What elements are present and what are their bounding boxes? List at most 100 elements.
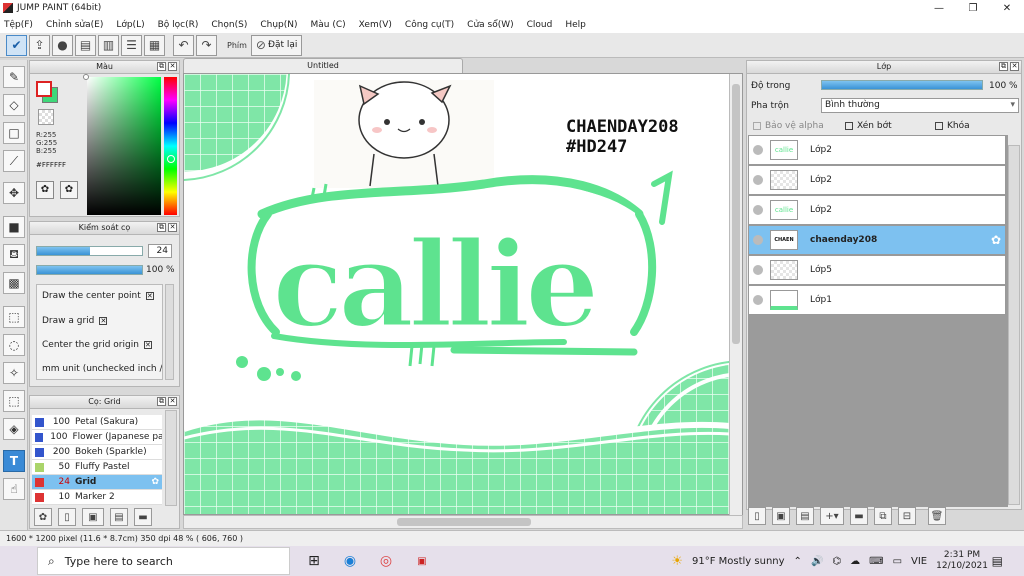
menu-layer[interactable]: Lớp(L) xyxy=(116,20,144,30)
picker-cursor[interactable] xyxy=(83,74,89,80)
option-mm-unit[interactable]: mm unit (unchecked inch / 1 xyxy=(42,364,162,374)
option-grid-origin[interactable]: Center the grid origin ✕ xyxy=(42,340,152,350)
speaker-icon[interactable]: 🔊 xyxy=(811,556,823,567)
copy-brush-icon[interactable]: ▣ xyxy=(82,508,104,526)
chrome-browser-icon[interactable]: ◎ xyxy=(374,549,398,573)
cloud-icon[interactable]: ☁ xyxy=(850,556,860,567)
canvas-area[interactable]: callie CHAENDAY208 #HD247 xyxy=(183,73,743,515)
move-tool-icon[interactable]: ✥ xyxy=(3,182,25,204)
layer-row-selected[interactable]: CHAEN chaenday208 ✿ xyxy=(748,225,1006,255)
chat-icon[interactable]: ● xyxy=(52,34,73,56)
menu-file[interactable]: Tệp(F) xyxy=(4,20,33,30)
weather-text[interactable]: 91°F Mostly sunny xyxy=(692,556,785,567)
brush-list-scrollbar[interactable] xyxy=(165,410,177,506)
eraser-tool-icon[interactable]: ◇ xyxy=(3,94,25,116)
comment-icon[interactable]: ▤ xyxy=(75,34,96,56)
select-eraser-tool-icon[interactable]: ◈ xyxy=(3,418,25,440)
panel-close-icon[interactable]: ✕ xyxy=(1010,62,1019,71)
canvas-horizontal-scrollbar[interactable] xyxy=(183,515,743,529)
gradient-tool-icon[interactable]: ▩ xyxy=(3,272,25,294)
jump-paint-taskbar-icon[interactable]: ▣ xyxy=(410,549,434,573)
color-settings-icon[interactable]: ✿ xyxy=(60,181,78,199)
canvas-vertical-scrollbar[interactable] xyxy=(729,74,742,515)
hand-tool-icon[interactable]: ☝ xyxy=(3,478,25,500)
vscroll-thumb[interactable] xyxy=(732,84,740,344)
trash-icon[interactable]: 🗑 xyxy=(928,507,946,525)
layer-row[interactable]: Lớp2 xyxy=(748,165,1006,195)
layer-file-icon[interactable]: ▤ xyxy=(796,507,814,525)
new-layer-icon[interactable]: ▯ xyxy=(748,507,766,525)
option-center-point[interactable]: Draw the center point ✕ xyxy=(42,291,154,301)
protect-alpha-checkbox[interactable]: Bảo vệ alpha xyxy=(753,121,824,131)
panel-float-icon[interactable]: ⧉ xyxy=(157,62,166,71)
lock-checkbox[interactable]: Khóa xyxy=(935,121,970,131)
notification-icon[interactable]: ▤ xyxy=(992,554,1003,568)
magic-wand-tool-icon[interactable]: ✧ xyxy=(3,362,25,384)
brush-item[interactable]: 100 Petal (Sakura) xyxy=(32,415,162,430)
select-rect-tool-icon[interactable]: ⬚ xyxy=(3,306,25,328)
saturation-picker[interactable] xyxy=(87,77,161,215)
rectangle-tool-icon[interactable]: □ xyxy=(3,122,25,144)
hue-slider[interactable] xyxy=(164,77,177,215)
close-button[interactable]: ✕ xyxy=(990,0,1024,16)
hscroll-thumb[interactable] xyxy=(397,518,531,526)
menu-edit[interactable]: Chỉnh sửa(E) xyxy=(46,20,103,30)
blend-mode-select[interactable]: Bình thường ▾ xyxy=(821,98,1019,113)
battery-icon[interactable]: ▭ xyxy=(893,556,902,567)
menu-view[interactable]: Xem(V) xyxy=(359,20,392,30)
system-clock[interactable]: 2:31 PM 12/10/2021 xyxy=(936,550,988,572)
brush-options-scrollbar[interactable] xyxy=(165,284,174,380)
folder-icon[interactable]: ▬ xyxy=(134,508,152,526)
brush-item[interactable]: 10 Marker 2 xyxy=(32,490,162,505)
menu-cloud[interactable]: Cloud xyxy=(527,20,553,30)
minimize-button[interactable]: — xyxy=(922,0,956,16)
edge-browser-icon[interactable]: ◉ xyxy=(338,549,362,573)
palette-icon[interactable]: ✿ xyxy=(36,181,54,199)
brush-item[interactable]: 100 Flower (Japanese patt xyxy=(32,430,162,445)
add-layer-dropdown-icon[interactable]: +▾ xyxy=(820,507,844,525)
brush-opacity-slider[interactable] xyxy=(36,265,143,275)
select-pen-tool-icon[interactable]: ⬚ xyxy=(3,390,25,412)
text-tool-icon[interactable]: T xyxy=(3,450,25,472)
canvas-tab[interactable]: Untitled xyxy=(183,58,463,73)
artwork-canvas[interactable]: callie CHAENDAY208 #HD247 xyxy=(184,74,743,515)
layer-settings-icon[interactable]: ⊟ xyxy=(898,507,916,525)
menu-tools[interactable]: Công cụ(T) xyxy=(405,20,454,30)
menu-filter[interactable]: Bộ lọc(R) xyxy=(158,20,199,30)
layer-list-scrollbar[interactable] xyxy=(1008,145,1020,505)
redo-button[interactable]: ↷ xyxy=(196,34,217,56)
grid-icon[interactable]: ▦ xyxy=(144,34,165,56)
brush-file-icon[interactable]: ▤ xyxy=(110,508,128,526)
layer-opacity-slider[interactable] xyxy=(821,80,983,90)
panel-float-icon[interactable]: ⧉ xyxy=(157,397,166,406)
panel-close-icon[interactable]: ✕ xyxy=(168,223,177,232)
option-draw-grid[interactable]: Draw a grid ✕ xyxy=(42,316,108,326)
brush-size-value[interactable]: 24 xyxy=(148,244,172,258)
fill-rect-tool-icon[interactable]: ■ xyxy=(3,216,25,238)
panel-close-icon[interactable]: ✕ xyxy=(168,62,177,71)
menu-capture[interactable]: Chụp(N) xyxy=(260,20,297,30)
keyboard-icon[interactable]: ⌨ xyxy=(869,556,883,567)
foreground-color-swatch[interactable] xyxy=(36,81,52,97)
panel-float-icon[interactable]: ⧉ xyxy=(157,223,166,232)
panel-close-icon[interactable]: ✕ xyxy=(168,397,177,406)
menu-select[interactable]: Chọn(S) xyxy=(211,20,247,30)
share-icon[interactable]: ⇪ xyxy=(29,34,50,56)
menu-color[interactable]: Màu (C) xyxy=(311,20,346,30)
layer-row[interactable]: Lớp1 xyxy=(748,285,1006,315)
check-icon[interactable]: ✔ xyxy=(6,34,27,56)
document-icon[interactable]: ▥ xyxy=(98,34,119,56)
menu-help[interactable]: Help xyxy=(565,20,586,30)
brush-item[interactable]: 200 Bokeh (Sparkle) xyxy=(32,445,162,460)
brush-item-selected[interactable]: 24 Grid ✿ xyxy=(32,475,162,490)
layer-row[interactable]: Lớp5 xyxy=(748,255,1006,285)
chevron-up-icon[interactable]: ⌃ xyxy=(794,556,802,567)
copy-layer-icon[interactable]: ▣ xyxy=(772,507,790,525)
list-icon[interactable]: ☰ xyxy=(121,34,142,56)
folder-icon[interactable]: ▬ xyxy=(850,507,868,525)
brush-settings-icon[interactable]: ✿ xyxy=(34,508,52,526)
layer-row[interactable]: callie Lớp2 xyxy=(748,195,1006,225)
reset-button[interactable]: ⊘ Đặt lại xyxy=(250,34,303,56)
pen-tool-icon[interactable]: ✎ xyxy=(3,66,25,88)
bucket-tool-icon[interactable]: ⛾ xyxy=(3,244,25,266)
